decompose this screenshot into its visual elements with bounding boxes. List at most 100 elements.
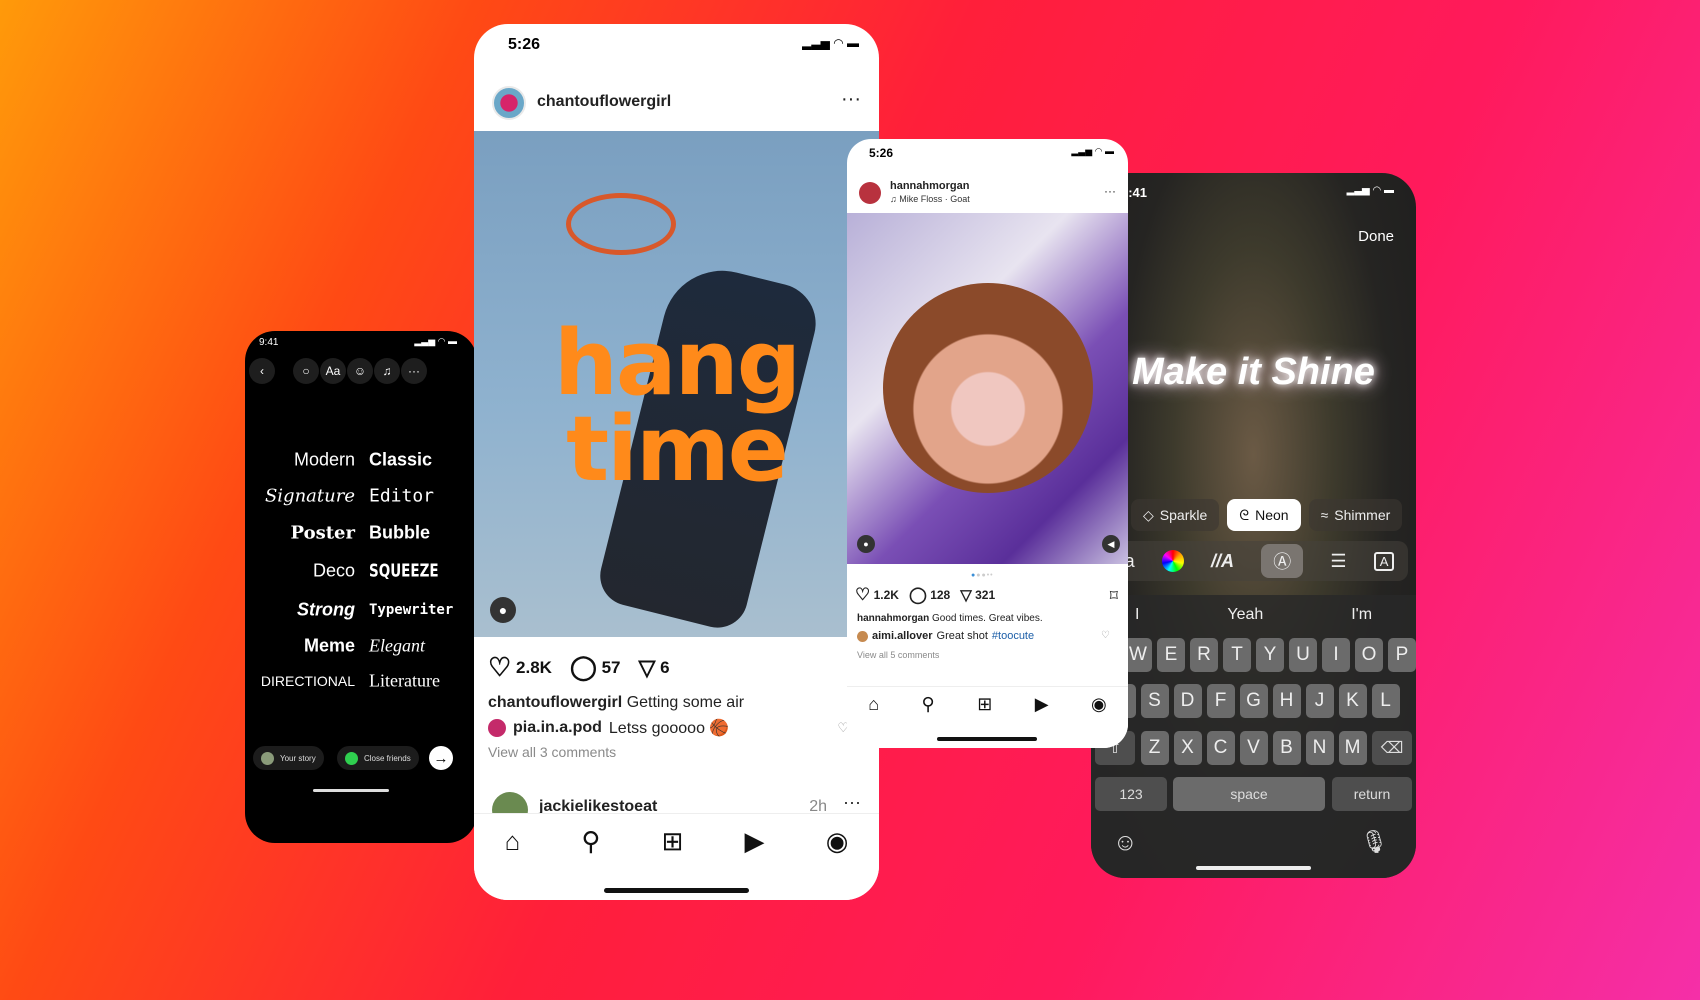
key-v[interactable]: V	[1239, 731, 1268, 765]
key-n[interactable]: N	[1305, 731, 1334, 765]
done-button[interactable]: Done	[1358, 228, 1394, 245]
effect-shimmer-button[interactable]: ≈ Shimmer	[1308, 499, 1403, 531]
avatar[interactable]	[492, 86, 526, 120]
share-button[interactable]: ▽ 321	[960, 585, 995, 605]
font-option[interactable]: Meme	[304, 636, 355, 657]
font-option[interactable]: Poster	[291, 523, 355, 544]
profile-icon[interactable]: ◉	[1091, 694, 1107, 715]
search-icon[interactable]: ⚲	[922, 694, 935, 715]
suggestion[interactable]: I'm	[1351, 598, 1372, 632]
more-icon[interactable]: ···	[1104, 184, 1116, 198]
font-option[interactable]: Modern	[294, 450, 355, 471]
hashtag-link[interactable]: #toocute	[992, 630, 1034, 642]
effect-neon-button[interactable]: ᘓ Neon	[1227, 499, 1301, 531]
key-h[interactable]: H	[1272, 684, 1301, 718]
like-button[interactable]: ♡ 2.8K	[488, 652, 552, 683]
share-button[interactable]: ▽ 6	[638, 652, 669, 683]
create-icon[interactable]: ⊞	[662, 826, 684, 857]
return-key[interactable]: return	[1332, 777, 1412, 811]
key-w[interactable]: W	[1124, 638, 1152, 672]
font-option[interactable]: Literature	[369, 671, 440, 692]
circle-icon[interactable]: ○	[293, 358, 319, 384]
space-key[interactable]: space	[1173, 777, 1325, 811]
reels-icon[interactable]: ▶	[1035, 694, 1049, 715]
font-option[interactable]: Signature	[265, 486, 355, 507]
text-icon[interactable]: Aa	[320, 358, 346, 384]
key-d[interactable]: D	[1173, 684, 1202, 718]
your-story-button[interactable]: Your story	[253, 746, 324, 770]
search-icon[interactable]: ⚲	[581, 826, 600, 857]
key-o[interactable]: O	[1355, 638, 1383, 672]
color-wheel-icon[interactable]	[1161, 550, 1184, 572]
key-l[interactable]: L	[1371, 684, 1400, 718]
key-i[interactable]: I	[1322, 638, 1350, 672]
font-option[interactable]: Typewriter	[369, 602, 453, 618]
home-icon[interactable]: ⌂	[505, 826, 521, 857]
user-tag-icon[interactable]: ●	[857, 535, 875, 553]
music-icon[interactable]: ♫	[374, 358, 400, 384]
delete-key[interactable]: ⌫	[1372, 731, 1412, 765]
align-icon[interactable]: ☰	[1330, 551, 1346, 572]
comment-like-icon[interactable]: ♡	[1101, 630, 1110, 641]
arrow-right-icon[interactable]: →	[429, 746, 453, 770]
comment-button[interactable]: ◯ 128	[909, 585, 950, 605]
emoji-icon[interactable]: ☺	[1113, 829, 1138, 857]
animation-icon[interactable]: //A	[1211, 551, 1234, 572]
reels-icon[interactable]: ▶	[745, 826, 765, 857]
font-option[interactable]: Deco	[313, 561, 355, 582]
suggestion[interactable]: Yeah	[1227, 598, 1263, 632]
more-icon[interactable]: ···	[843, 792, 861, 813]
key-m[interactable]: M	[1338, 731, 1367, 765]
post-image[interactable]: ● ◀	[847, 213, 1128, 564]
effect-sparkle-button[interactable]: ◇ Sparkle	[1131, 499, 1220, 531]
key-j[interactable]: J	[1305, 684, 1334, 718]
profile-icon[interactable]: ◉	[826, 826, 849, 857]
view-all-comments-link[interactable]: View all 3 comments	[488, 744, 616, 760]
comment-button[interactable]: ◯ 57	[570, 652, 621, 683]
key-c[interactable]: C	[1206, 731, 1235, 765]
music-label[interactable]: ♫ Mike Floss · Goat	[890, 194, 970, 204]
post-image[interactable]: hang time ●	[474, 131, 879, 637]
font-option[interactable]: Classic	[369, 450, 432, 471]
view-all-comments-link[interactable]: View all 5 comments	[857, 650, 939, 660]
font-option[interactable]: DIRECTIONAL	[261, 673, 355, 689]
suggestion[interactable]: I	[1135, 598, 1139, 632]
effect-icon[interactable]: Ⓐ	[1261, 544, 1304, 578]
font-option[interactable]: SQUEEZE	[369, 561, 439, 582]
key-z[interactable]: Z	[1140, 731, 1169, 765]
post-username[interactable]: hannahmorgan	[890, 180, 969, 192]
post-username[interactable]: chantouflowergirl	[537, 93, 671, 111]
sticker-icon[interactable]: ☺	[347, 358, 373, 384]
font-option[interactable]: Bubble	[369, 523, 430, 544]
key-p[interactable]: P	[1388, 638, 1416, 672]
font-option[interactable]: Editor	[369, 486, 434, 507]
home-icon[interactable]: ⌂	[868, 694, 879, 715]
background-icon[interactable]: A	[1373, 551, 1395, 571]
back-icon[interactable]: ‹	[249, 358, 275, 384]
font-option[interactable]: Strong	[297, 600, 355, 621]
neon-headline[interactable]: Make it Shine	[1091, 351, 1416, 394]
user-tag-icon[interactable]: ●	[490, 597, 516, 623]
key-t[interactable]: T	[1223, 638, 1251, 672]
key-k[interactable]: K	[1338, 684, 1367, 718]
microphone-icon[interactable]: 🎙︎	[1360, 829, 1388, 855]
key-x[interactable]: X	[1173, 731, 1202, 765]
font-option[interactable]: Elegant	[369, 636, 425, 657]
create-icon[interactable]: ⊞	[977, 694, 992, 715]
volume-icon[interactable]: ◀	[1102, 535, 1120, 553]
key-s[interactable]: S	[1140, 684, 1169, 718]
like-button[interactable]: ♡ 1.2K	[855, 585, 899, 605]
numbers-key[interactable]: 123	[1095, 777, 1167, 811]
key-b[interactable]: B	[1272, 731, 1301, 765]
more-icon[interactable]: ···	[841, 88, 861, 111]
avatar[interactable]	[859, 182, 881, 204]
key-e[interactable]: E	[1157, 638, 1185, 672]
more-icon[interactable]: ···	[401, 358, 427, 384]
key-u[interactable]: U	[1289, 638, 1317, 672]
key-y[interactable]: Y	[1256, 638, 1284, 672]
key-f[interactable]: F	[1206, 684, 1235, 718]
key-g[interactable]: G	[1239, 684, 1268, 718]
close-friends-button[interactable]: Close friends	[337, 746, 419, 770]
key-r[interactable]: R	[1190, 638, 1218, 672]
bookmark-icon[interactable]: ⌑	[1110, 586, 1118, 606]
